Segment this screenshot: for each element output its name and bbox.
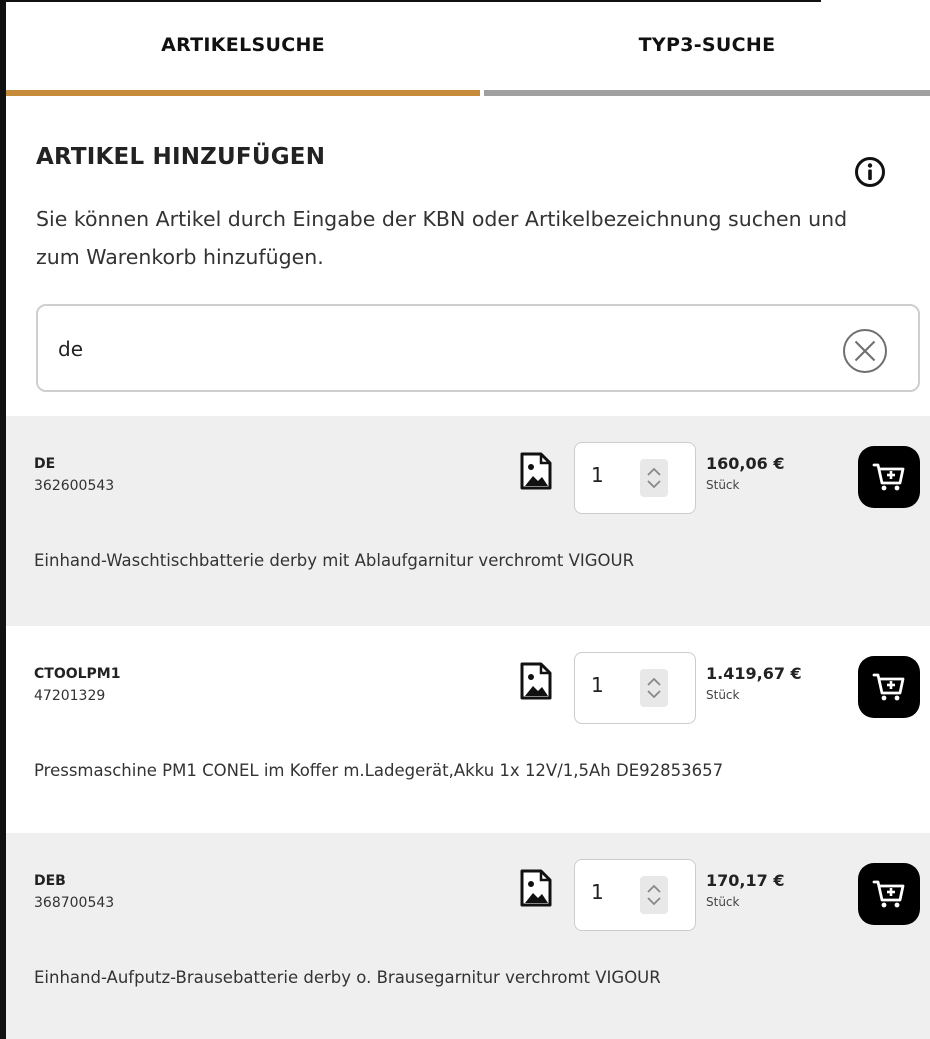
cart-plus-icon: [872, 463, 905, 491]
section-description: Sie können Artikel durch Eingabe der KBN…: [36, 207, 848, 269]
tab-artikelsuche-underline: [6, 90, 480, 96]
image-file-icon[interactable]: [520, 662, 552, 700]
quantity-stepper-chevron-icon[interactable]: [640, 876, 668, 914]
article-code: DE: [34, 456, 56, 472]
add-to-cart-button[interactable]: [858, 863, 920, 925]
image-file-icon[interactable]: [520, 452, 552, 490]
result-row: CTOOLPM1 47201329 1 1.419,67 € Stück Pre…: [6, 626, 930, 833]
tab-artikelsuche[interactable]: ARTIKELSUCHE: [6, 0, 480, 96]
cart-plus-icon: [872, 673, 905, 701]
tab-typ3-suche-underline: [484, 90, 930, 96]
price: 160,06 €: [706, 454, 785, 473]
cart-plus-icon: [872, 880, 905, 908]
quantity-stepper-chevron-icon[interactable]: [640, 669, 668, 707]
add-to-cart-button[interactable]: [858, 656, 920, 718]
image-file-icon[interactable]: [520, 869, 552, 907]
quantity-stepper-chevron-icon[interactable]: [640, 459, 668, 497]
article-code: CTOOLPM1: [34, 666, 121, 682]
quantity-value: 1: [591, 673, 604, 697]
price-unit: Stück: [706, 478, 740, 492]
price: 1.419,67 €: [706, 664, 802, 683]
price: 170,17 €: [706, 871, 785, 890]
clear-circle-x-icon[interactable]: [842, 328, 888, 374]
article-description: Einhand-Aufputz-Brausebatterie derby o. …: [34, 968, 661, 987]
search-box: [36, 304, 920, 392]
quantity-field[interactable]: 1: [574, 859, 696, 931]
price-unit: Stück: [706, 688, 740, 702]
quantity-value: 1: [591, 463, 604, 487]
quantity-field[interactable]: 1: [574, 652, 696, 724]
search-input[interactable]: [56, 324, 820, 374]
add-to-cart-button[interactable]: [858, 446, 920, 508]
info-icon[interactable]: [854, 156, 886, 188]
article-kbn: 368700543: [34, 895, 115, 911]
result-row: DEB 368700543 1 170,17 € Stück Einhand-A…: [6, 833, 930, 1039]
article-description: Pressmaschine PM1 CONEL im Koffer m.Lade…: [34, 761, 724, 780]
article-description: Einhand-Waschtischbatterie derby mit Abl…: [34, 551, 635, 570]
price-unit: Stück: [706, 895, 740, 909]
tab-typ3-suche-label: TYP3-SUCHE: [638, 34, 776, 56]
tab-typ3-suche[interactable]: TYP3-SUCHE: [484, 0, 930, 96]
article-kbn: 47201329: [34, 688, 106, 704]
quantity-field[interactable]: 1: [574, 442, 696, 514]
article-code: DEB: [34, 873, 66, 889]
tab-bar: ARTIKELSUCHE TYP3-SUCHE: [6, 0, 930, 96]
result-row: DE 362600543 1 160,06 € Stück Einhand-Wa…: [6, 416, 930, 626]
section-title: ARTIKEL HINZUFÜGEN: [36, 144, 326, 170]
quantity-value: 1: [591, 880, 604, 904]
article-kbn: 362600543: [34, 478, 115, 494]
tab-artikelsuche-label: ARTIKELSUCHE: [161, 34, 325, 56]
results-list: DE 362600543 1 160,06 € Stück Einhand-Wa…: [6, 416, 930, 1039]
